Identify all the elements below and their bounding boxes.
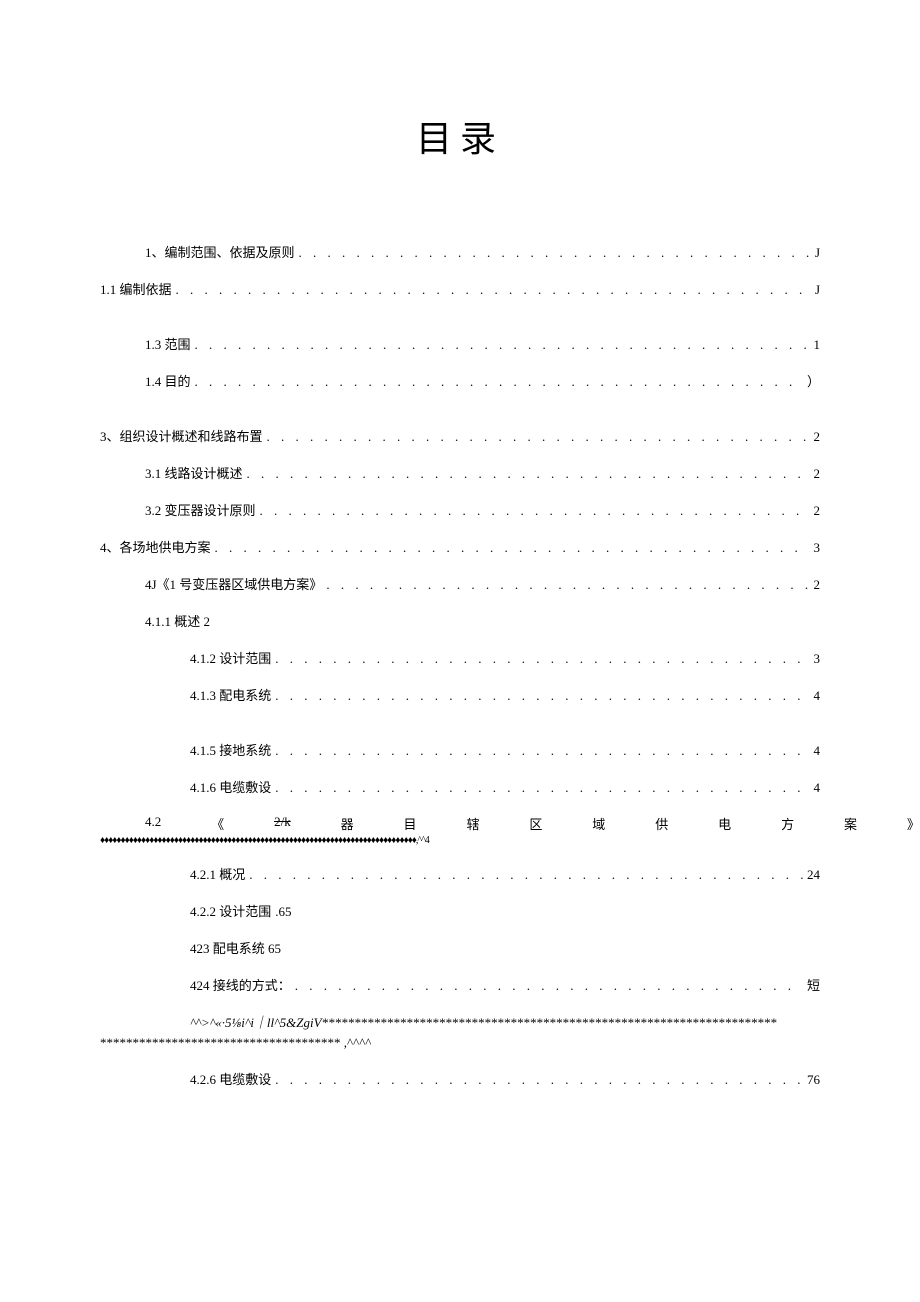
toc-dots: . . . . . . . . . . . . . . . . . . . . … [195, 337, 810, 353]
toc-frag: 区 [529, 814, 542, 833]
toc-dots: . . . . . . . . . . . . . . . . . . . . … [326, 577, 809, 593]
toc-entry-spread: 4.2 《 2/k 器 目 辖 区 域 供 电 方 案 》 [100, 814, 920, 833]
toc-frag: 器 [341, 814, 354, 833]
toc-frag: 供 [655, 814, 668, 833]
toc-page: J [815, 282, 820, 298]
toc-dots: . . . . . . . . . . . . . . . . . . . . … [275, 743, 809, 759]
toc-page: 24 [807, 867, 820, 883]
toc-label: 1.1 编制依据 [100, 279, 172, 298]
toc-dots: . . . . . . . . . . . . . . . . . . . . … [275, 688, 809, 704]
toc-entry: 3.2 变压器设计原则 . . . . . . . . . . . . . . … [100, 500, 820, 519]
toc-page: ） [807, 371, 820, 390]
toc-frag: 《 [211, 814, 224, 833]
toc-frag: 2/k [274, 814, 291, 833]
toc-entry: 1.4 目的 . . . . . . . . . . . . . . . . .… [100, 371, 820, 390]
toc-dots: . . . . . . . . . . . . . . . . . . . . … [275, 651, 809, 667]
page-title: 目录 [100, 110, 820, 162]
toc-entry: 424 接线的方式： . . . . . . . . . . . . . . .… [100, 975, 820, 994]
toc-page: 2 [814, 429, 821, 445]
toc-label: 4.1.1 概述 2 [145, 611, 210, 630]
toc-entry: 4.2.6 电缆敷设 . . . . . . . . . . . . . . .… [100, 1069, 820, 1088]
toc-label: 423 配电系统 65 [190, 938, 281, 957]
toc-label: 4.1.2 设计范围 [190, 648, 271, 667]
toc-label: 4.2.1 概况 [190, 864, 245, 883]
toc-page: 4 [814, 688, 821, 704]
toc-entry: 4、各场地供电方案 . . . . . . . . . . . . . . . … [100, 537, 820, 556]
toc-dots: . . . . . . . . . . . . . . . . . . . . … [260, 503, 810, 519]
toc-page: 2 [814, 466, 821, 482]
toc-dots: . . . . . . . . . . . . . . . . . . . . … [267, 429, 810, 445]
toc-page: .65 [275, 904, 291, 920]
toc-label: 3.2 变压器设计原则 [145, 500, 256, 519]
toc-entry: 1.3 范围 . . . . . . . . . . . . . . . . .… [100, 334, 820, 353]
toc-entry: 1、编制范围、依据及原则 . . . . . . . . . . . . . .… [100, 242, 820, 261]
toc-frag: 目 [404, 814, 417, 833]
toc-dots: . . . . . . . . . . . . . . . . . . . . … [195, 374, 803, 390]
toc-page: J [815, 245, 820, 261]
toc-label: 4.1.5 接地系统 [190, 740, 271, 759]
toc-entry: 423 配电系统 65 [100, 938, 820, 957]
toc-frag: 方 [781, 814, 794, 833]
toc-dots: . . . . . . . . . . . . . . . . . . . . … [295, 978, 803, 994]
toc-page: 2 [814, 577, 821, 593]
toc-dots: . . . . . . . . . . . . . . . . . . . . … [275, 1072, 803, 1088]
toc-frag: 4.2 [145, 814, 161, 833]
toc-page: 1 [814, 337, 821, 353]
toc-dots: . . . . . . . . . . . . . . . . . . . . … [249, 867, 803, 883]
toc-label: 4.1.6 电缆敷设 [190, 777, 271, 796]
toc-label: 4J《1 号变压器区域供电方案》 [145, 574, 322, 593]
toc-page: 2 [814, 503, 821, 519]
toc-entry: 4.2.2 设计范围 .65 [100, 901, 820, 920]
toc-entry: 4.1.5 接地系统 . . . . . . . . . . . . . . .… [100, 740, 820, 759]
toc-label: 4、各场地供电方案 [100, 537, 211, 556]
toc-dots: . . . . . . . . . . . . . . . . . . . . … [275, 780, 809, 796]
toc-page: 短 [807, 975, 820, 994]
toc-label: 4.2.6 电缆敷设 [190, 1069, 271, 1088]
toc-dots: . . . . . . . . . . . . . . . . . . . . … [299, 245, 811, 261]
toc-garbled-line: ^^>^«·5⅛i^i｜ll^5&ZgiV*******************… [100, 1012, 820, 1031]
toc-label: 3、组织设计概述和线路布置 [100, 426, 263, 445]
toc-entry: 4.1.1 概述 2 [100, 611, 820, 630]
toc-label: 3.1 线路设计概述 [145, 463, 243, 482]
toc-dots: . . . . . . . . . . . . . . . . . . . . … [247, 466, 810, 482]
toc-page: 3 [814, 540, 821, 556]
toc-page: 4 [814, 743, 821, 759]
toc-label: 4.2.2 设计范围 [190, 901, 271, 920]
toc-entry: 3.1 线路设计概述 . . . . . . . . . . . . . . .… [100, 463, 820, 482]
toc-label: 1.4 目的 [145, 371, 191, 390]
toc-entry: 4.2.1 概况 . . . . . . . . . . . . . . . .… [100, 864, 820, 883]
toc-page: 4 [814, 780, 821, 796]
toc-page: 3 [814, 651, 821, 667]
toc-label: 1.3 范围 [145, 334, 191, 353]
toc-frag: 辖 [466, 814, 479, 833]
toc-frag: 电 [718, 814, 731, 833]
toc-entry: 4.1.6 电缆敷设 . . . . . . . . . . . . . . .… [100, 777, 820, 796]
toc-garbled-line: ************************************* ,^… [100, 1035, 820, 1051]
toc-entry: 4.1.3 配电系统 . . . . . . . . . . . . . . .… [100, 685, 820, 704]
toc-dots: . . . . . . . . . . . . . . . . . . . . … [215, 540, 810, 556]
toc-entry: 3、组织设计概述和线路布置 . . . . . . . . . . . . . … [100, 426, 820, 445]
toc-frag: 域 [592, 814, 605, 833]
toc-dots: . . . . . . . . . . . . . . . . . . . . … [176, 282, 811, 298]
toc-entry: 1.1 编制依据 . . . . . . . . . . . . . . . .… [100, 279, 820, 298]
toc-label: 424 接线的方式： [190, 975, 291, 994]
toc-entry: 4J《1 号变压器区域供电方案》 . . . . . . . . . . . .… [100, 574, 820, 593]
toc-frag: 案 [844, 814, 857, 833]
toc-entry: 4.1.2 设计范围 . . . . . . . . . . . . . . .… [100, 648, 820, 667]
toc-label: 1、编制范围、依据及原则 [145, 242, 295, 261]
toc-label: 4.1.3 配电系统 [190, 685, 271, 704]
toc-diamond-line: ♦♦♦♦♦♦♦♦♦♦♦♦♦♦♦♦♦♦♦♦♦♦♦♦♦♦♦♦♦♦♦♦♦♦♦♦♦♦♦♦… [100, 835, 820, 846]
toc-frag: 》 [907, 814, 920, 833]
toc-page: 76 [807, 1072, 820, 1088]
